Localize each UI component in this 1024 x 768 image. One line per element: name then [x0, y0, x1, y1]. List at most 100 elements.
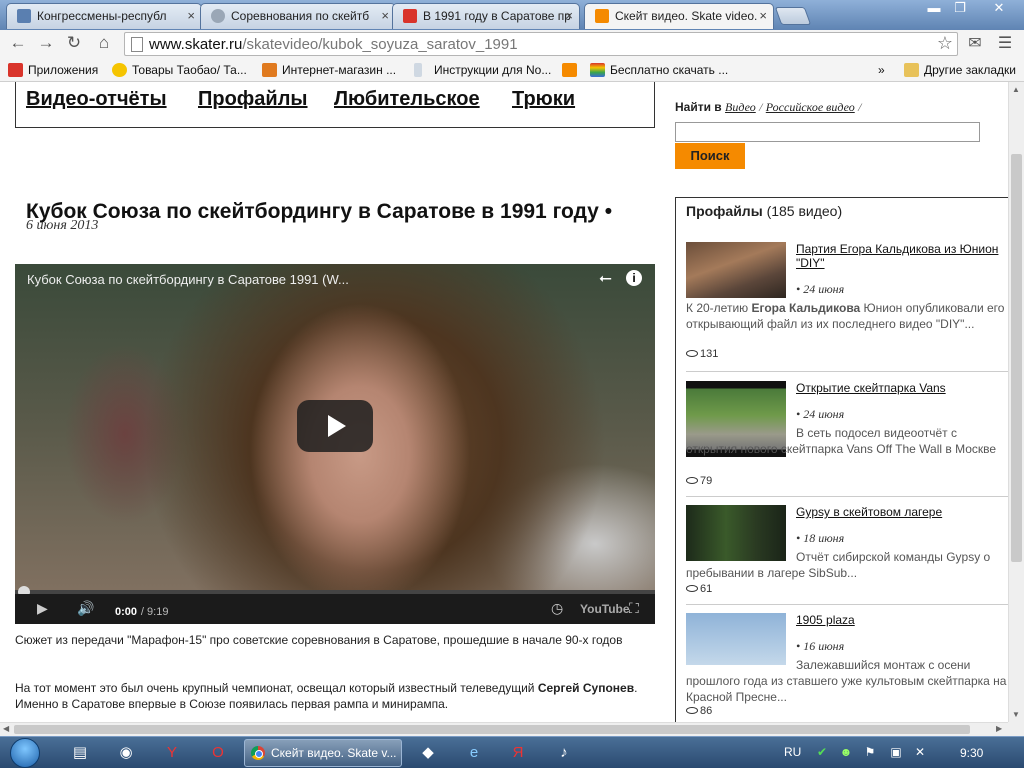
reload-icon[interactable]: ↻: [62, 32, 86, 56]
skater-favicon-icon: [595, 9, 609, 23]
scroll-left-icon[interactable]: ◀: [3, 724, 9, 733]
search-scope-video[interactable]: Видео: [725, 100, 756, 114]
start-button[interactable]: [10, 738, 40, 768]
scroll-thumb[interactable]: [1011, 154, 1022, 562]
taskbar: ▤ ◉ Y O Скейт видео. Skate v... ◆ e Я ♪ …: [0, 736, 1024, 768]
bookmarks-more-icon[interactable]: »: [878, 62, 885, 78]
new-tab-button[interactable]: [774, 7, 812, 25]
video-link[interactable]: Открытие скейтпарка Vans: [796, 381, 1006, 395]
vertical-scrollbar[interactable]: ▲ ▼: [1008, 82, 1024, 722]
taskbar-chrome-window[interactable]: Скейт видео. Skate v...: [244, 739, 402, 767]
scroll-thumb[interactable]: [14, 725, 970, 734]
view-count: 61: [686, 583, 712, 595]
internet-explorer-icon[interactable]: e: [456, 741, 492, 765]
scroll-down-icon[interactable]: ▼: [1012, 710, 1020, 719]
play-icon: [328, 415, 346, 437]
video-description: Залежавшийся монтаж с осени прошлого год…: [686, 658, 1007, 704]
bookmark-instructions[interactable]: Инструкции для No...: [414, 62, 551, 78]
tab-skate-video[interactable]: Скейт видео. Skate video. ×: [584, 3, 774, 29]
forward-icon[interactable]: →: [34, 32, 58, 56]
share-icon[interactable]: ⭠: [599, 270, 612, 288]
tray-app-icon[interactable]: ☻: [838, 745, 854, 761]
fullscreen-icon[interactable]: ⛶: [629, 600, 639, 617]
clock[interactable]: 9:30: [960, 746, 983, 760]
close-icon[interactable]: ×: [565, 4, 573, 28]
video-description: Отчёт сибирской команды Gypsy о пребыван…: [686, 550, 991, 580]
media-player-icon[interactable]: ◉: [108, 741, 144, 765]
bookmark-other[interactable]: Другие закладки: [904, 62, 1016, 78]
language-indicator[interactable]: RU: [784, 745, 801, 759]
horizontal-scrollbar[interactable]: ◀ ▶: [0, 722, 1008, 736]
home-icon[interactable]: ⌂: [92, 32, 116, 56]
flag-icon[interactable]: ⚑: [862, 745, 878, 761]
opera-icon[interactable]: O: [200, 741, 236, 765]
tab-saratov-1991[interactable]: В 1991 году в Саратове пр ×: [392, 3, 580, 29]
menu-icon[interactable]: ☰: [994, 33, 1016, 55]
bookmark-free-download[interactable]: Бесплатно скачать ...: [590, 62, 728, 78]
yandex-browser-icon[interactable]: Y: [154, 741, 190, 765]
view-count: 86: [686, 705, 712, 717]
close-icon[interactable]: ×: [759, 4, 767, 28]
video-title[interactable]: Кубок Союза по скейтбордингу в Саратове …: [27, 272, 349, 287]
video-date: • 18 июня: [796, 531, 845, 545]
tab-strip: Конгрессмены-республ × Соревнования по с…: [0, 0, 1024, 30]
search-label: Найти в Видео / Российское видео /: [675, 100, 862, 114]
video-thumbnail[interactable]: [686, 242, 786, 298]
nav-video-reports[interactable]: Видео-отчёты: [26, 88, 167, 111]
bookmark-star-icon[interactable]: ☆: [937, 33, 953, 54]
top-navigation: Видео-отчёты Профайлы Любительское Трюки: [15, 82, 655, 128]
window-close-icon[interactable]: ✕: [982, 0, 1016, 18]
search-input[interactable]: [675, 122, 980, 142]
search-scope-russian-video[interactable]: Российское видео: [766, 100, 855, 114]
video-date: • 24 июня: [796, 407, 845, 421]
view-count: 131: [686, 348, 718, 360]
nav-profiles[interactable]: Профайлы: [198, 88, 308, 111]
explorer-icon[interactable]: ▤: [62, 741, 98, 765]
bookmark-taobao[interactable]: Товары Таобао/ Та...: [112, 62, 247, 78]
bookmark-apps[interactable]: Приложения: [8, 62, 98, 78]
yandex-icon[interactable]: Я: [500, 741, 536, 765]
security-check-icon[interactable]: ✔: [814, 745, 830, 761]
play-small-icon[interactable]: ▶: [37, 600, 48, 617]
video-link[interactable]: Партия Егора Кальдикова из Юнион "DIY": [796, 242, 1006, 270]
youtube-logo[interactable]: YouTube: [580, 602, 630, 616]
video-link[interactable]: 1905 plaza: [796, 613, 1006, 627]
speaker-app-icon[interactable]: ♪: [546, 741, 582, 765]
volume-icon[interactable]: 🔊: [77, 600, 94, 617]
yandex-icon: [403, 9, 417, 23]
search-button[interactable]: Поиск: [675, 143, 745, 169]
minimize-icon[interactable]: ▬: [920, 0, 948, 18]
play-button[interactable]: [297, 400, 373, 452]
maximize-icon[interactable]: ❐: [946, 0, 974, 18]
scroll-right-icon[interactable]: ▶: [996, 724, 1002, 733]
list-item: Открытие скейтпарка Vans • 24 июня В сет…: [686, 381, 1008, 497]
app-icon[interactable]: ◆: [410, 741, 446, 765]
eye-icon: [686, 477, 698, 484]
close-icon[interactable]: ×: [381, 4, 389, 28]
nav-tricks[interactable]: Трюки: [512, 88, 575, 111]
address-bar[interactable]: www.skater.ru/skatevideo/kubok_soyuza_sa…: [124, 32, 958, 56]
video-link[interactable]: Gypsy в скейтовом лагере: [796, 505, 1006, 519]
video-date: • 16 июня: [796, 639, 845, 653]
page-title: Кубок Союза по скейтбордингу в Саратове …: [26, 200, 613, 223]
network-icon[interactable]: ▣: [888, 745, 904, 761]
bookmark-shop[interactable]: Интернет-магазин ...: [262, 62, 396, 78]
mail-icon[interactable]: ✉: [964, 33, 986, 55]
globe-icon: [211, 9, 225, 23]
tab-congressmen[interactable]: Конгрессмены-республ ×: [6, 3, 202, 29]
back-icon[interactable]: ←: [6, 32, 30, 56]
nav-amateur[interactable]: Любительское: [334, 88, 480, 111]
eye-icon: [686, 350, 698, 357]
tab-competitions[interactable]: Соревнования по скейтб ×: [200, 3, 396, 29]
video-player[interactable]: Кубок Союза по скейтбордингу в Саратове …: [15, 264, 655, 624]
view-count: 79: [686, 475, 712, 487]
info-icon[interactable]: i: [626, 270, 642, 286]
eye-icon: [686, 707, 698, 714]
scroll-up-icon[interactable]: ▲: [1012, 85, 1020, 94]
clock-watch-later-icon[interactable]: ◷: [551, 600, 563, 617]
close-icon[interactable]: ×: [187, 4, 195, 28]
bookmark-odnoklassniki[interactable]: [562, 62, 578, 78]
rainbow-icon: [590, 63, 605, 77]
volume-mute-icon[interactable]: ✕: [912, 745, 928, 761]
list-item: 1905 plaza • 16 июня Залежавшийся монтаж…: [686, 613, 1008, 722]
